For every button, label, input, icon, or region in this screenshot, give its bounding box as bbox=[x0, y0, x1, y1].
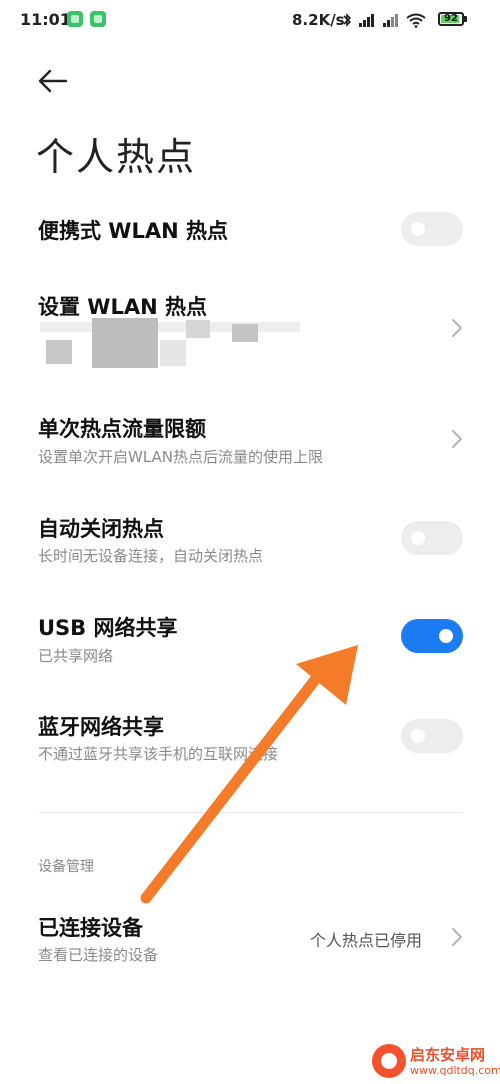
row-portable-hotspot[interactable]: 便携式 WLAN 热点 bbox=[0, 198, 500, 260]
row-configure-hotspot[interactable]: 设置 WLAN 热点 bbox=[0, 280, 500, 376]
row-subtitle: 不通过蓝牙共享该手机的互联网连接 bbox=[38, 745, 279, 763]
status-time: 11:01 bbox=[20, 10, 71, 29]
watermark-logo-icon bbox=[372, 1044, 406, 1078]
chevron-right-icon bbox=[452, 430, 462, 448]
status-icons bbox=[342, 12, 426, 28]
bluetooth-icon bbox=[343, 13, 352, 27]
row-title: 已连接设备 bbox=[38, 916, 143, 940]
wifi-icon bbox=[406, 13, 426, 28]
watermark-name: 启东安卓网 bbox=[410, 1046, 486, 1064]
obscured-subtitle bbox=[232, 324, 258, 342]
watermark-url: www.qdltdq.com bbox=[410, 1064, 500, 1077]
toggle-knob bbox=[411, 729, 425, 743]
app-icon bbox=[67, 11, 83, 27]
row-data-limit[interactable]: 单次热点流量限额 设置单次开启WLAN热点后流量的使用上限 bbox=[0, 400, 500, 482]
row-connected-devices[interactable]: 已连接设备 查看已连接的设备 个人热点已停用 bbox=[0, 900, 500, 980]
toggle-portable-hotspot[interactable] bbox=[401, 212, 463, 246]
section-label: 设备管理 bbox=[38, 859, 94, 875]
row-subtitle: 已共享网络 bbox=[38, 647, 114, 665]
toggle-knob bbox=[411, 531, 425, 545]
row-title: 蓝牙网络共享 bbox=[38, 715, 164, 739]
toggle-knob bbox=[439, 629, 453, 643]
battery-level: 92 bbox=[444, 13, 458, 24]
obscured-subtitle bbox=[160, 340, 186, 366]
obscured-subtitle bbox=[92, 318, 158, 368]
row-title: 单次热点流量限额 bbox=[38, 417, 206, 441]
toggle-knob bbox=[411, 222, 425, 236]
obscured-subtitle bbox=[46, 340, 72, 364]
app-icon bbox=[90, 11, 106, 27]
row-subtitle: 查看已连接的设备 bbox=[38, 946, 159, 964]
row-auto-close[interactable]: 自动关闭热点 长时间无设备连接，自动关闭热点 bbox=[0, 500, 500, 580]
section-divider bbox=[38, 812, 462, 813]
battery-nub bbox=[464, 16, 467, 22]
obscured-subtitle bbox=[40, 322, 300, 332]
row-bt-tether[interactable]: 蓝牙网络共享 不通过蓝牙共享该手机的互联网连接 bbox=[0, 700, 500, 780]
row-usb-tether[interactable]: USB 网络共享 已共享网络 bbox=[0, 600, 500, 680]
network-speed: 8.2K/s bbox=[292, 11, 345, 29]
toggle-usb-tether[interactable] bbox=[401, 619, 463, 653]
row-title: USB 网络共享 bbox=[38, 616, 178, 640]
toggle-auto-close[interactable] bbox=[401, 521, 463, 555]
arrow-left-icon[interactable] bbox=[36, 66, 70, 96]
chevron-right-icon bbox=[452, 928, 462, 946]
row-title: 自动关闭热点 bbox=[38, 517, 164, 541]
row-title: 便携式 WLAN 热点 bbox=[38, 219, 228, 243]
battery-icon: 92 bbox=[438, 12, 464, 26]
row-subtitle: 长时间无设备连接，自动关闭热点 bbox=[38, 547, 264, 565]
row-subtitle: 设置单次开启WLAN热点后流量的使用上限 bbox=[38, 448, 324, 466]
watermark: 启东安卓网 www.qdltdq.com bbox=[372, 1042, 500, 1082]
page-title: 个人热点 bbox=[36, 135, 197, 179]
row-title: 设置 WLAN 热点 bbox=[38, 295, 207, 319]
obscured-subtitle bbox=[186, 320, 210, 338]
signal-icon bbox=[359, 14, 374, 27]
signal-icon bbox=[383, 14, 398, 27]
toggle-bt-tether[interactable] bbox=[401, 719, 463, 753]
status-bar: 11:01 8.2K/s 92 bbox=[0, 0, 500, 40]
chevron-right-icon bbox=[452, 319, 462, 337]
hotspot-status-value: 个人热点已停用 bbox=[310, 931, 423, 950]
